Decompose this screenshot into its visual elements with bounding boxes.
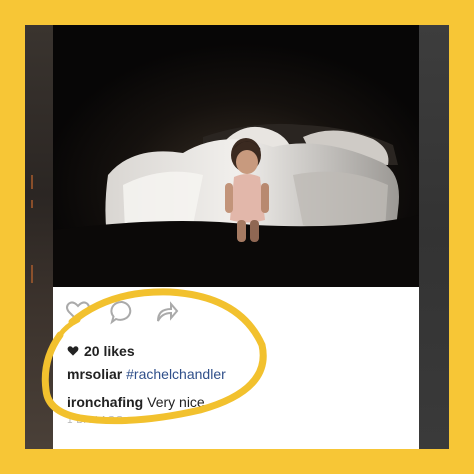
comment-username[interactable]: ironchafing — [67, 394, 143, 410]
caption-username[interactable]: mrsoliar — [67, 366, 122, 382]
instagram-post: 20 likes mrsoliar #rachelchandler ironch… — [53, 25, 419, 449]
right-background-strip — [419, 25, 449, 449]
post-photo[interactable] — [53, 25, 419, 287]
heart-filled-icon — [67, 346, 79, 356]
likes-count: 20 likes — [84, 343, 135, 359]
comment-row: ironchafing Very nice — [67, 394, 205, 410]
caption-hashtag[interactable]: #rachelchandler — [126, 366, 226, 382]
share-icon[interactable] — [153, 299, 179, 325]
heart-icon[interactable] — [65, 299, 91, 325]
comment-text: Very nice — [147, 394, 205, 410]
photo-illustration — [53, 25, 419, 287]
likes-row[interactable]: 20 likes — [67, 343, 135, 359]
phone-screenshot: 20 likes mrsoliar #rachelchandler ironch… — [25, 25, 449, 449]
post-timestamp: 1 DAY AGO — [67, 415, 124, 426]
left-background-strip — [25, 25, 53, 449]
caption-row: mrsoliar #rachelchandler — [67, 366, 226, 382]
comment-icon[interactable] — [109, 299, 135, 325]
post-action-bar — [53, 295, 419, 331]
